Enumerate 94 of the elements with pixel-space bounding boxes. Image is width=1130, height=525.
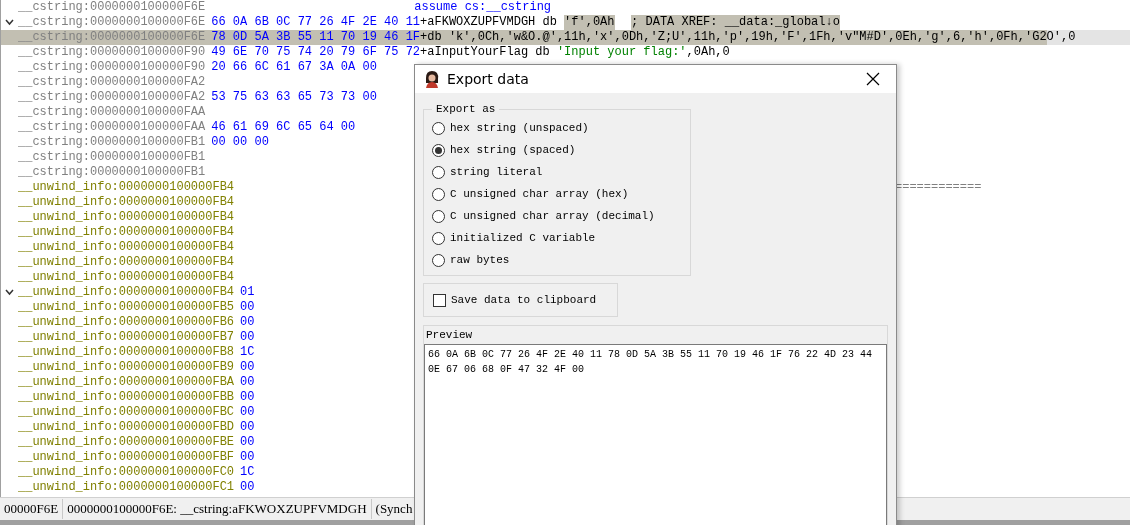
option-label: raw bytes — [450, 254, 510, 266]
radio-button[interactable] — [432, 165, 445, 179]
address-label: __unwind_info:0000000100000FB9 — [18, 360, 235, 375]
address-label: __unwind_info:0000000100000FBC — [18, 405, 235, 420]
address-label: __cstring:0000000100000FB1 — [18, 135, 206, 150]
address-label: __unwind_info:0000000100000FB7 — [18, 330, 235, 345]
address-label: __unwind_info:0000000100000FBE — [18, 435, 235, 450]
hex-bytes: 00 — [240, 300, 255, 314]
hex-bytes: 00 — [240, 405, 255, 419]
preview-field[interactable]: 66 0A 6B 0C 77 26 4F 2E 40 11 78 0D 5A 3B 55 11 70 19 46 1F 76 22 4D 23 44 0E 67 06 68 0F 47 32 4F 00 — [424, 344, 887, 525]
address-label: __cstring:0000000100000FB1 — [18, 165, 206, 180]
hex-bytes: 00 — [240, 480, 255, 494]
code-text: +aInputYourFlag db 'Input your flag:',0Ah,0 — [420, 45, 730, 60]
checkbox-label: Save data to clipboard — [451, 294, 597, 306]
code-text: +db 'k',0Ch,'w&O.@',11h,'x',0Dh,'Z;U',11h,'p',19h,'F',1Fh,'v"M#D',0Eh,'g',6,'h',0Fh,'G2O',0 — [420, 30, 1076, 45]
address-label: __unwind_info:0000000100000FB4 — [18, 225, 235, 240]
address-label: __unwind_info:0000000100000FB5 — [18, 300, 235, 315]
radio-button[interactable] — [432, 143, 445, 157]
address-label: __unwind_info:0000000100000FC1 — [18, 480, 235, 495]
address-label: __unwind_info:0000000100000FB4 — [18, 180, 235, 195]
chevron-down-icon[interactable] — [5, 19, 14, 26]
address-label: __unwind_info:0000000100000FC0 — [18, 465, 235, 480]
address-label: __cstring:0000000100000FAA — [18, 105, 206, 120]
xref-comment: ; DATA XREF: __data:_global↓o — [631, 15, 840, 31]
chevron-down-icon[interactable] — [5, 289, 14, 296]
radio-option[interactable]: hex string (unspaced) — [432, 119, 682, 137]
radio-button[interactable] — [432, 121, 445, 135]
address-label: __unwind_info:0000000100000FB8 — [18, 345, 235, 360]
code-text: +aFKWOXZUPFVMDGH db 'f',0Ah — [420, 15, 616, 31]
address-label: __unwind_info:0000000100000FB4 — [18, 270, 235, 285]
radio-button[interactable] — [432, 209, 445, 223]
address-label: __cstring:0000000100000FAA — [18, 120, 206, 135]
clipboard-option[interactable]: Save data to clipboard — [433, 293, 597, 307]
option-label: hex string (spaced) — [450, 144, 576, 156]
address-label: __cstring:0000000100000F90 — [18, 60, 206, 75]
hex-bytes: 00 00 00 — [211, 135, 269, 149]
option-label: C unsigned char array (hex) — [450, 188, 629, 200]
separator-comment: ============ — [895, 180, 982, 194]
radio-option[interactable]: hex string (spaced) — [432, 141, 682, 159]
checkbox[interactable] — [433, 293, 446, 307]
hex-bytes: 53 75 63 63 65 73 73 00 — [211, 90, 377, 104]
address-label: __unwind_info:0000000100000FB4 — [18, 210, 235, 225]
radio-option[interactable]: C unsigned char array (decimal) — [432, 207, 682, 225]
hex-bytes: 66 0A 6B 0C 77 26 4F 2E 40 11 — [211, 15, 421, 29]
hex-bytes: 1C — [240, 465, 255, 479]
hex-bytes: 00 — [240, 330, 255, 344]
hex-bytes: 00 — [240, 375, 255, 389]
radio-option[interactable]: C unsigned char array (hex) — [432, 185, 682, 203]
hex-bytes: 00 — [240, 450, 255, 464]
address-label: __unwind_info:0000000100000FBB — [18, 390, 235, 405]
address-label: __unwind_info:0000000100000FB4 — [18, 255, 235, 270]
status-text: 00000F6E — [4, 499, 64, 519]
address-label: __cstring:0000000100000F6E — [18, 30, 206, 45]
radio-button[interactable] — [432, 187, 445, 201]
hex-bytes: 01 — [240, 285, 255, 299]
hex-bytes: 1C — [240, 345, 255, 359]
address-label: __cstring:0000000100000FA2 — [18, 75, 206, 90]
address-label: __cstring:0000000100000FA2 — [18, 90, 206, 105]
address-label: __unwind_info:0000000100000FBD — [18, 420, 235, 435]
option-label: C unsigned char array (decimal) — [450, 210, 655, 222]
hex-bytes: 00 — [240, 315, 255, 329]
hex-bytes: 00 — [240, 435, 255, 449]
address-label: __unwind_info:0000000100000FB4 — [18, 285, 235, 301]
code-text: assume cs:__cstring — [414, 0, 553, 15]
avatar-icon — [423, 70, 441, 88]
address-label: __unwind_info:0000000100000FBF — [18, 450, 235, 465]
address-label: __unwind_info:0000000100000FB6 — [18, 315, 235, 330]
hex-bytes: 00 — [240, 420, 255, 434]
close-icon — [866, 72, 880, 86]
hex-bytes: 46 61 69 6C 65 64 00 — [211, 120, 356, 134]
radio-option[interactable]: string literal — [432, 163, 682, 181]
hex-bytes: 49 6E 70 75 74 20 79 6F 75 72 — [211, 45, 421, 59]
group-label: Export as — [435, 103, 497, 115]
radio-option[interactable]: raw bytes — [432, 251, 682, 269]
option-label: hex string (unspaced) — [450, 122, 589, 134]
hex-bytes: 00 — [240, 390, 255, 404]
radio-button[interactable] — [432, 231, 445, 245]
address-label: __unwind_info:0000000100000FB4 — [18, 240, 235, 255]
hex-bytes: 00 — [240, 360, 255, 374]
address-label: __unwind_info:0000000100000FB4 — [18, 195, 235, 210]
address-label: __unwind_info:0000000100000FBA — [18, 375, 235, 390]
option-label: string literal — [450, 166, 543, 178]
option-label: initialized C variable — [450, 232, 596, 244]
radio-option[interactable]: initialized C variable — [432, 229, 682, 247]
radio-button[interactable] — [432, 253, 445, 267]
hex-bytes: 20 66 6C 61 67 3A 0A 00 — [211, 60, 377, 74]
address-label: __cstring:0000000100000FB1 — [18, 150, 206, 165]
dialog-title: Export data — [447, 71, 530, 87]
status-text: 0000000100000F6E: __cstring:aFKWOXZUPFVMDGH — [67, 499, 372, 519]
address-label: __cstring:0000000100000F90 — [18, 45, 206, 60]
preview-label: Preview — [425, 328, 474, 343]
address-label: __cstring:0000000100000F6E — [18, 0, 206, 15]
address-label: __cstring:0000000100000F6E — [18, 15, 206, 31]
hex-bytes: 78 0D 5A 3B 55 11 70 19 46 1F — [211, 30, 421, 44]
